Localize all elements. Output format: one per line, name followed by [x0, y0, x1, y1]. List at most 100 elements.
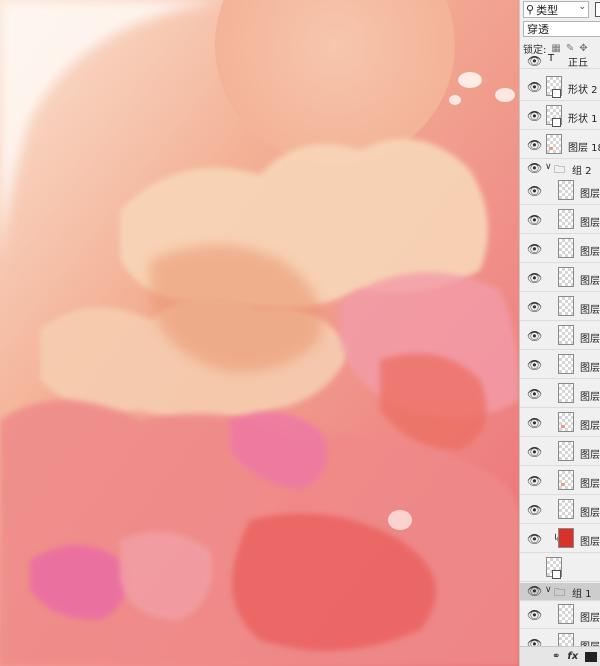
- vector-mask-icon: [552, 118, 561, 127]
- group-row-selected[interactable]: 👁 ∨ 🗀 组 1: [520, 583, 600, 601]
- layer-row[interactable]: 👁 形状 2: [520, 73, 600, 101]
- layer-filter-label: 类型: [536, 3, 559, 17]
- layer-name: 图层: [580, 189, 600, 200]
- layer-row[interactable]: 👁 图层: [520, 293, 600, 321]
- layer-row[interactable]: 👁 ↳ 图层: [520, 525, 600, 553]
- layer-filter-dropdown[interactable]: ⚲ 类型 ⌄: [523, 1, 589, 18]
- eye-icon[interactable]: 👁: [527, 532, 542, 546]
- layer-name: 图层: [580, 537, 600, 548]
- search-icon: ⚲: [526, 3, 535, 16]
- layer-thumbnail: [558, 412, 574, 432]
- layer-thumbnail: [558, 267, 574, 287]
- layer-name: 图层: [580, 508, 600, 519]
- chevron-down-icon[interactable]: ∨: [545, 162, 552, 172]
- layer-row[interactable]: 👁 形状 1: [520, 102, 600, 130]
- layer-name: 图层: [580, 450, 600, 461]
- group-row[interactable]: 👁 ∨ 🗀 组 2: [520, 160, 600, 178]
- layer-thumbnail: [558, 499, 574, 519]
- layer-text-marker: T: [548, 53, 555, 64]
- blend-mode-select[interactable]: 穿透: [523, 21, 600, 37]
- layer-thumbnail: [546, 134, 562, 154]
- eye-icon[interactable]: 👁: [527, 584, 542, 598]
- eye-icon[interactable]: 👁: [527, 503, 542, 517]
- layer-name: 图层: [580, 363, 600, 374]
- layer-row[interactable]: 👁 图层: [520, 601, 600, 629]
- layer-name: 图层: [580, 392, 600, 403]
- layer-row[interactable]: 👁 T 正丘: [520, 53, 600, 69]
- layer-row[interactable]: 👁 图层: [520, 496, 600, 524]
- lock-transparent-icon[interactable]: ▦: [551, 43, 560, 54]
- layer-row[interactable]: 👁 图层: [520, 264, 600, 292]
- layer-row[interactable]: 👁 图层: [520, 409, 600, 437]
- layer-row[interactable]: 👁 图层: [520, 467, 600, 495]
- eye-icon[interactable]: 👁: [527, 387, 542, 401]
- layer-row[interactable]: 👁 图层: [520, 351, 600, 379]
- eye-icon[interactable]: 👁: [527, 474, 542, 488]
- layer-name: 形状 2: [568, 85, 598, 96]
- layers-footer: ⚭ fx: [520, 646, 600, 666]
- layer-row[interactable]: 👁 图层: [520, 380, 600, 408]
- layer-thumbnail: [558, 354, 574, 374]
- fx-icon[interactable]: fx: [567, 651, 578, 662]
- layer-thumbnail: [558, 383, 574, 403]
- link-icon[interactable]: ⚭: [552, 651, 560, 662]
- layer-thumbnail: [558, 209, 574, 229]
- layer-thumbnail: [558, 470, 574, 490]
- layer-row[interactable]: [520, 554, 600, 582]
- layer-filter-row: ⚲ 类型 ⌄: [523, 1, 600, 18]
- layer-name: 图层: [580, 479, 600, 490]
- blend-mode-value: 穿透: [527, 23, 549, 36]
- painting-artwork: [0, 0, 519, 666]
- layer-name: 图层: [580, 305, 600, 316]
- eye-icon[interactable]: 👁: [527, 161, 542, 175]
- layer-name: 图层: [580, 247, 600, 258]
- layer-name: 图层: [580, 218, 600, 229]
- layer-row[interactable]: 👁 图层 18: [520, 131, 600, 159]
- eye-icon[interactable]: 👁: [527, 242, 542, 256]
- eye-icon[interactable]: 👁: [527, 54, 542, 68]
- layer-row[interactable]: 👁 图层: [520, 206, 600, 234]
- layer-name: 图层: [580, 334, 600, 345]
- layer-thumbnail: [558, 180, 574, 200]
- layer-row[interactable]: 👁 图层: [520, 322, 600, 350]
- chevron-down-icon[interactable]: ∨: [545, 585, 552, 595]
- layer-thumbnail: [558, 238, 574, 258]
- painting-canvas[interactable]: [0, 0, 519, 666]
- eye-icon[interactable]: 👁: [527, 416, 542, 430]
- layers-panel: ⚲ 类型 ⌄ 穿透 锁定: ▦ ✎ ✥ 👁 T 正丘 👁 形状 2 👁 形状 1…: [519, 0, 600, 666]
- eye-icon[interactable]: 👁: [527, 271, 542, 285]
- layer-name: 图层: [580, 421, 600, 432]
- layer-thumbnail: [558, 528, 574, 548]
- group-name: 组 2: [572, 166, 592, 177]
- layer-thumbnail: [558, 325, 574, 345]
- vector-mask-icon: [552, 89, 561, 98]
- layer-name: 图层: [580, 276, 600, 287]
- eye-icon[interactable]: 👁: [527, 213, 542, 227]
- eye-icon[interactable]: 👁: [527, 608, 542, 622]
- eye-icon[interactable]: 👁: [527, 358, 542, 372]
- lock-brush-icon[interactable]: ✎: [566, 43, 574, 54]
- chevron-down-icon: ⌄: [578, 2, 586, 12]
- layer-name: 形状 1: [568, 114, 598, 125]
- layer-thumbnail: [558, 441, 574, 461]
- eye-icon[interactable]: 👁: [527, 80, 542, 94]
- mask-icon[interactable]: [585, 651, 598, 662]
- filter-image-icon[interactable]: [595, 2, 600, 17]
- layer-thumbnail: [558, 604, 574, 624]
- layer-row[interactable]: 👁 图层: [520, 235, 600, 263]
- eye-icon[interactable]: 👁: [527, 109, 542, 123]
- eye-icon[interactable]: 👁: [527, 300, 542, 314]
- group-name: 组 1: [572, 589, 592, 600]
- layer-thumbnail: [558, 296, 574, 316]
- layer-row[interactable]: 👁 图层: [520, 438, 600, 466]
- layer-row[interactable]: 👁 图层: [520, 177, 600, 205]
- eye-icon[interactable]: 👁: [527, 138, 542, 152]
- layer-name: 正丘: [568, 58, 588, 69]
- layer-name: 图层: [580, 613, 600, 624]
- eye-icon[interactable]: 👁: [527, 329, 542, 343]
- layer-name: 图层 18: [568, 143, 600, 154]
- lock-move-icon[interactable]: ✥: [579, 43, 587, 54]
- eye-icon[interactable]: 👁: [527, 445, 542, 459]
- vector-mask-icon: [552, 570, 561, 579]
- eye-icon[interactable]: 👁: [527, 184, 542, 198]
